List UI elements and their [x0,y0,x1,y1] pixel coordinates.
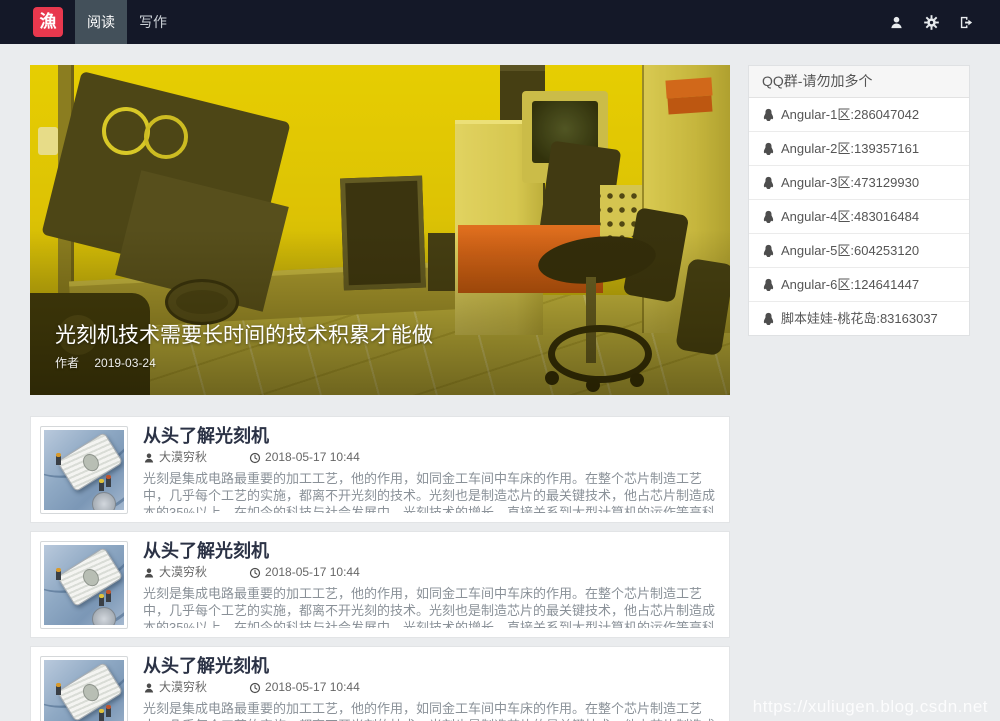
article-excerpt: 光刻是集成电路最重要的加工工艺，他的作用，如同金工车间中车床的作用。在整个芯片制… [143,585,720,628]
article-title[interactable]: 从头了解光刻机 [143,656,720,677]
article-meta: 大漠穷秋 2018-05-17 10:44 [143,450,720,465]
qq-group-label: Angular-2区:139357161 [781,140,919,157]
article-meta: 大漠穷秋 2018-05-17 10:44 [143,680,720,695]
qq-icon [762,210,775,223]
qq-group-item[interactable]: 脚本娃娃-桃花岛:83163037 [749,302,969,335]
qq-group-item[interactable]: Angular-6区:124641447 [749,268,969,302]
article-card[interactable]: 从头了解光刻机 大漠穷秋 2018-05-17 10:44 光刻是集成电路最重要… [30,531,730,638]
qq-icon [762,244,775,257]
featured-article-title: 光刻机技术需要长时间的技术积累才能做 [55,319,433,349]
article-title[interactable]: 从头了解光刻机 [143,426,720,447]
qq-group-label: Angular-6区:124641447 [781,276,919,293]
author-icon [143,682,155,694]
tab-writing[interactable]: 写作 [127,0,179,44]
qq-group-label: Angular-5区:604253120 [781,242,919,259]
qq-icon [762,312,775,325]
qq-group-item[interactable]: Angular-4区:483016484 [749,200,969,234]
article-excerpt: 光刻是集成电路最重要的加工工艺，他的作用，如同金工车间中车床的作用。在整个芯片制… [143,470,720,513]
qq-group-item[interactable]: Angular-2区:139357161 [749,132,969,166]
featured-date: 2019-03-24 [94,356,155,370]
qq-group-label: Angular-3区:473129930 [781,174,919,191]
qq-icon [762,108,775,121]
qq-group-label: Angular-1区:286047042 [781,106,919,123]
article-title[interactable]: 从头了解光刻机 [143,541,720,562]
article-body: 从头了解光刻机 大漠穷秋 2018-05-17 10:44 光刻是集成电路最重要… [143,656,720,721]
signout-icon[interactable] [959,15,974,30]
qq-group-label: 脚本娃娃-桃花岛:83163037 [781,310,938,327]
qq-group-item[interactable]: Angular-5区:604253120 [749,234,969,268]
qq-icon [762,142,775,155]
featured-article-banner[interactable]: 光刻机技术需要长时间的技术积累才能做 作者 2019-03-24 [30,65,730,395]
navbar: 漁 阅读 写作 [0,0,1000,44]
qq-group-item[interactable]: Angular-1区:286047042 [749,98,969,132]
clock-icon [249,567,261,579]
qq-icon [762,278,775,291]
article-date: 2018-05-17 10:44 [265,450,360,465]
user-icon[interactable] [889,15,904,30]
watermark: https://xuliugen.blog.csdn.net [753,697,988,717]
qq-group-item[interactable]: Angular-3区:473129930 [749,166,969,200]
logo[interactable]: 漁 [33,7,63,37]
article-excerpt: 光刻是集成电路最重要的加工工艺，他的作用，如同金工车间中车床的作用。在整个芯片制… [143,700,720,721]
clock-icon [249,682,261,694]
qq-panel-header: QQ群-请勿加多个 [749,66,969,98]
article-thumbnail [40,541,128,629]
clock-icon [249,452,261,464]
navbar-icons [869,15,1000,30]
article-author: 大漠穷秋 [159,450,207,465]
qq-icon [762,176,775,189]
gear-icon[interactable] [924,15,939,30]
article-author: 大漠穷秋 [159,565,207,580]
qq-group-panel: QQ群-请勿加多个 Angular-1区:286047042 Angular-2… [748,65,970,336]
article-card[interactable]: 从头了解光刻机 大漠穷秋 2018-05-17 10:44 光刻是集成电路最重要… [30,646,730,721]
article-author: 大漠穷秋 [159,680,207,695]
article-date: 2018-05-17 10:44 [265,565,360,580]
qq-group-label: Angular-4区:483016484 [781,208,919,225]
featured-author-label: 作者 [55,356,79,370]
author-icon [143,452,155,464]
article-body: 从头了解光刻机 大漠穷秋 2018-05-17 10:44 光刻是集成电路最重要… [143,426,720,513]
article-meta: 大漠穷秋 2018-05-17 10:44 [143,565,720,580]
article-thumbnail [40,426,128,514]
main-column: 光刻机技术需要长时间的技术积累才能做 作者 2019-03-24 从头了解光刻机 [30,65,730,721]
featured-article-meta: 作者 2019-03-24 [55,354,168,371]
qq-group-list: Angular-1区:286047042 Angular-2区:13935716… [749,98,969,335]
article-date: 2018-05-17 10:44 [265,680,360,695]
article-body: 从头了解光刻机 大漠穷秋 2018-05-17 10:44 光刻是集成电路最重要… [143,541,720,628]
article-list: 从头了解光刻机 大漠穷秋 2018-05-17 10:44 光刻是集成电路最重要… [30,416,730,721]
article-card[interactable]: 从头了解光刻机 大漠穷秋 2018-05-17 10:44 光刻是集成电路最重要… [30,416,730,523]
article-thumbnail [40,656,128,721]
tab-reading[interactable]: 阅读 [75,0,127,44]
author-icon [143,567,155,579]
